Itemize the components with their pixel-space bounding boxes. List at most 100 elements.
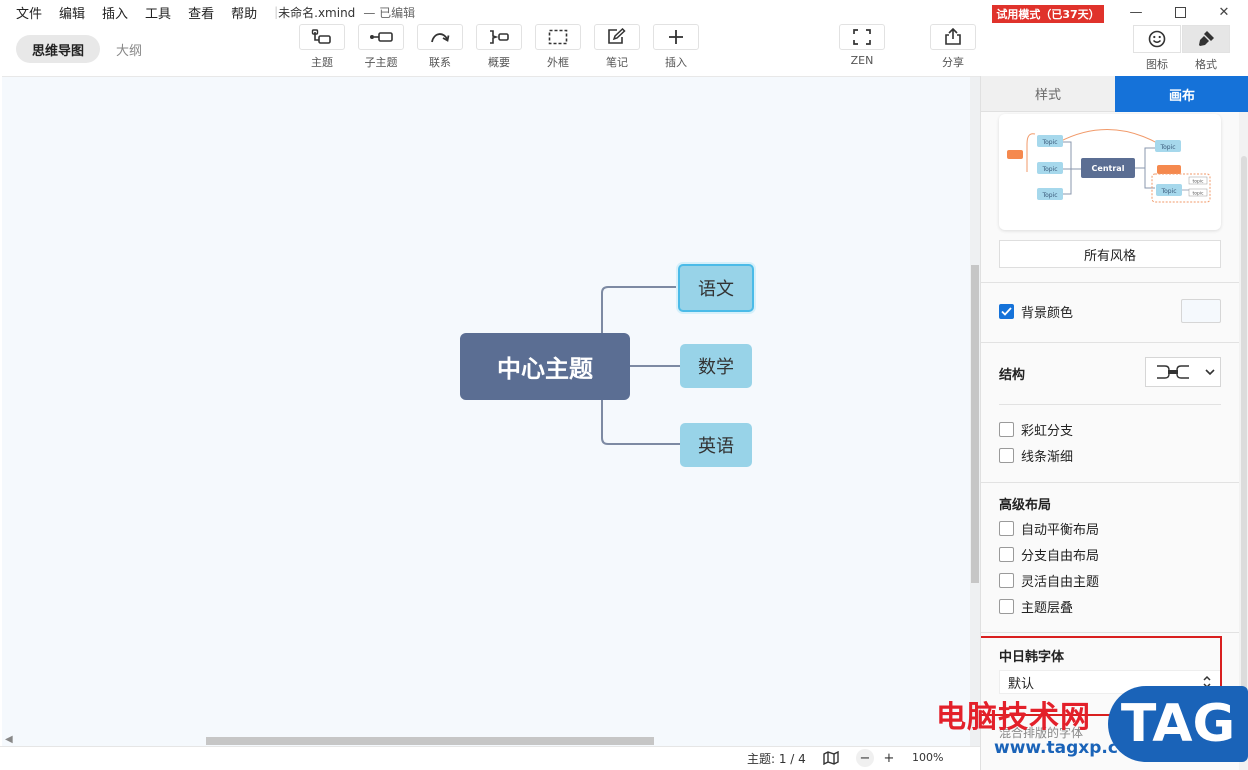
canvas-vertical-scrollbar[interactable]	[970, 77, 980, 746]
tapered-lines-row[interactable]: 线条渐细	[999, 446, 1074, 465]
topic-overlap-row[interactable]: 主题层叠	[999, 597, 1074, 616]
menu-view[interactable]: 查看	[188, 3, 214, 22]
free-branch-checkbox[interactable]	[999, 546, 1014, 562]
menu-edit[interactable]: 编辑	[59, 3, 85, 22]
topic-overlap-checkbox[interactable]	[999, 598, 1014, 614]
note-button[interactable]: 笔记	[593, 24, 641, 70]
section-divider	[981, 342, 1239, 343]
note-icon	[608, 28, 626, 44]
preview-topic-3: Topic	[1041, 192, 1057, 199]
close-icon[interactable]: ✕	[1214, 4, 1234, 20]
mindmap-canvas[interactable]: 中心主题 语文 数学 英语 ◀	[2, 76, 980, 746]
boundary-label: 外框	[547, 56, 569, 69]
theme-preview-graphic: Topic Topic Topic Central Topic Topic to…	[1007, 129, 1211, 203]
paintbrush-icon	[1199, 31, 1214, 46]
minimize-icon[interactable]: —	[1126, 4, 1146, 20]
document-title: 未命名.xmind	[278, 5, 356, 20]
theme-preview[interactable]: Topic Topic Topic Central Topic Topic to…	[999, 114, 1221, 230]
icons-button[interactable]: 图标	[1133, 25, 1181, 72]
relation-icon	[431, 33, 450, 43]
subtopic-icon	[370, 32, 393, 42]
topic-overlap-label: 主题层叠	[1021, 600, 1074, 616]
advanced-layout-title: 高级布局	[999, 498, 1052, 513]
fullscreen-icon	[853, 29, 871, 45]
auto-balance-row[interactable]: 自动平衡布局	[999, 519, 1100, 538]
zoom-in-icon[interactable]: +	[880, 749, 898, 767]
tapered-lines-checkbox[interactable]	[999, 447, 1014, 463]
tab-style[interactable]: 样式	[981, 76, 1115, 112]
maximize-icon[interactable]	[1170, 4, 1190, 20]
free-branch-row[interactable]: 分支自由布局	[999, 545, 1099, 564]
share-icon	[945, 28, 961, 45]
boundary-button[interactable]: 外框	[534, 24, 582, 70]
preview-topic-4: Topic	[1159, 144, 1175, 151]
topic-button[interactable]: 主题	[298, 24, 346, 70]
rainbow-branch-row[interactable]: 彩虹分支	[999, 420, 1074, 439]
free-topic-label: 灵活自由主题	[1021, 574, 1100, 590]
section-divider	[981, 632, 1239, 633]
subtopic-label: 子主题	[364, 56, 398, 69]
smiley-icon	[1148, 30, 1166, 48]
topic-count: 主题: 1 / 4	[747, 752, 806, 766]
menu-insert[interactable]: 插入	[102, 3, 128, 22]
chevron-down-icon	[1205, 369, 1215, 376]
summary-button[interactable]: 概要	[475, 24, 523, 70]
bg-color-swatch[interactable]	[1181, 299, 1221, 323]
trial-badge[interactable]: 试用模式（已37天）	[992, 5, 1104, 23]
rainbow-branch-label: 彩虹分支	[1021, 423, 1074, 439]
preview-subtopic-1: topic	[1192, 179, 1204, 185]
topic-chinese[interactable]: 语文	[678, 264, 754, 312]
watermark-logo: TAG	[1108, 686, 1248, 762]
relation-button[interactable]: 联系	[416, 24, 464, 70]
map-icon[interactable]	[822, 749, 840, 767]
topic-icon	[311, 29, 331, 44]
tab-outline[interactable]: 大纲	[100, 35, 158, 63]
note-label: 笔记	[606, 56, 628, 69]
menu-tools[interactable]: 工具	[145, 3, 171, 22]
insert-button[interactable]: 插入	[652, 24, 700, 70]
structure-select[interactable]	[1145, 357, 1221, 387]
zen-label: ZEN	[850, 54, 874, 67]
toolbar: 思维导图 大纲 主题 子主题 联系 概要 外框 笔记 插入 ZEN 分享 图标	[0, 24, 1248, 76]
checkmark-icon	[1001, 306, 1012, 316]
preview-topic-2: Topic	[1041, 166, 1057, 173]
tab-mindmap[interactable]: 思维导图	[16, 35, 101, 63]
rainbow-branch-checkbox[interactable]	[999, 421, 1014, 437]
plus-icon	[669, 30, 683, 44]
boundary-icon	[548, 29, 568, 45]
zen-button[interactable]: ZEN	[838, 24, 886, 67]
connector-lines	[601, 286, 680, 445]
all-styles-button[interactable]: 所有风格	[999, 240, 1221, 268]
section-divider	[999, 404, 1221, 405]
free-topic-checkbox[interactable]	[999, 572, 1014, 588]
structure-map-icon	[1157, 365, 1189, 379]
section-divider	[981, 482, 1239, 483]
topic-math[interactable]: 数学	[680, 344, 752, 388]
zoom-out-icon[interactable]: −	[856, 749, 874, 767]
relation-label: 联系	[429, 56, 451, 69]
menu-file[interactable]: 文件	[16, 3, 42, 22]
bg-color-label: 背景颜色	[1021, 305, 1074, 321]
auto-balance-checkbox[interactable]	[999, 520, 1014, 536]
format-label: 格式	[1195, 58, 1217, 71]
share-button[interactable]: 分享	[929, 24, 977, 70]
bg-color-row[interactable]: 背景颜色	[999, 302, 1074, 321]
view-tabs: 思维导图 大纲	[16, 35, 158, 63]
document-status: — 已编辑	[363, 5, 416, 20]
icons-label: 图标	[1146, 58, 1168, 71]
panel-scrollbar[interactable]	[1239, 112, 1248, 770]
topic-english[interactable]: 英语	[680, 423, 752, 467]
bg-color-checkbox[interactable]	[999, 303, 1014, 319]
auto-balance-label: 自动平衡布局	[1021, 522, 1100, 538]
scroll-left-icon[interactable]: ◀	[5, 734, 13, 745]
format-button[interactable]: 格式	[1182, 25, 1230, 72]
zoom-level[interactable]: 100%	[912, 751, 943, 764]
canvas-horizontal-scrollbar[interactable]: ◀	[2, 734, 970, 746]
central-topic[interactable]: 中心主题	[460, 333, 630, 400]
tapered-lines-label: 线条渐细	[1021, 449, 1074, 465]
watermark-text: 电脑技术网	[936, 700, 1091, 735]
subtopic-button[interactable]: 子主题	[357, 24, 405, 70]
menu-help[interactable]: 帮助	[231, 3, 257, 22]
tab-canvas[interactable]: 画布	[1115, 76, 1248, 112]
free-topic-row[interactable]: 灵活自由主题	[999, 571, 1100, 590]
